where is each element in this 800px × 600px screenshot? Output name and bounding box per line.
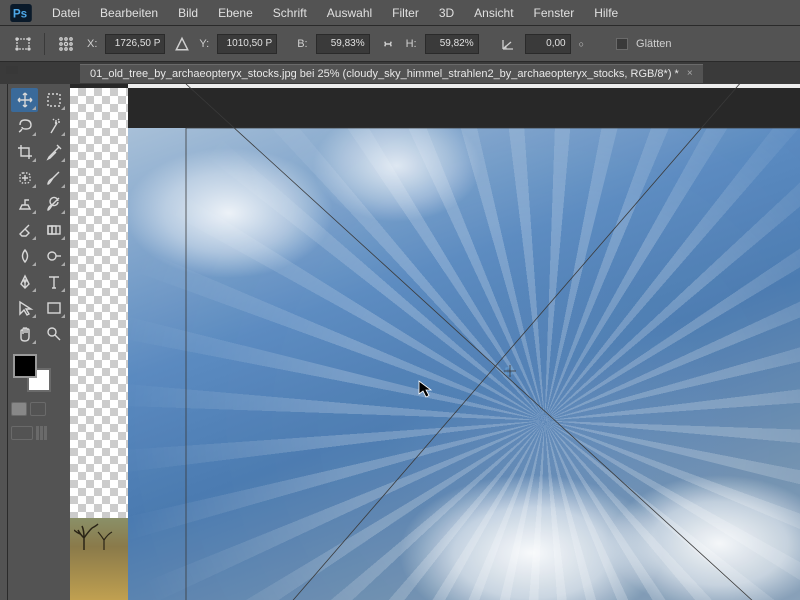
close-tab-icon[interactable]: × xyxy=(687,68,693,79)
lasso-tool[interactable] xyxy=(11,114,38,138)
transparency-checkerboard xyxy=(70,88,128,518)
menu-auswahl[interactable]: Auswahl xyxy=(317,2,382,24)
zoom-tool[interactable] xyxy=(40,322,67,346)
crop-tool[interactable] xyxy=(11,140,38,164)
delta-icon[interactable] xyxy=(173,31,191,57)
menu-ebene[interactable]: Ebene xyxy=(208,2,263,24)
toolbox xyxy=(8,84,70,600)
clone-stamp-tool[interactable] xyxy=(11,192,38,216)
x-label: X: xyxy=(87,38,97,50)
bottom-layer-preview xyxy=(70,518,128,600)
sky-image-layer xyxy=(128,128,800,600)
dodge-tool[interactable] xyxy=(40,244,67,268)
antialias-label: Glätten xyxy=(636,38,671,50)
type-tool[interactable] xyxy=(40,270,67,294)
eraser-tool[interactable] xyxy=(11,218,38,242)
ruler-horizontal[interactable] xyxy=(128,84,800,88)
degree-label: ○ xyxy=(579,39,584,49)
transform-tool-icon[interactable] xyxy=(10,31,36,57)
screen-mode-icon[interactable] xyxy=(11,426,33,440)
w-input[interactable] xyxy=(316,34,370,54)
pen-tool[interactable] xyxy=(11,270,38,294)
marquee-tool[interactable] xyxy=(40,88,67,112)
canvas-area[interactable] xyxy=(70,84,800,600)
sunray-overlay xyxy=(128,128,800,600)
move-tool[interactable] xyxy=(11,88,38,112)
h-input[interactable] xyxy=(425,34,479,54)
options-bar: X: Y: B: H: ○ Glätten xyxy=(0,26,800,62)
brush-tool[interactable] xyxy=(40,166,67,190)
screen-layout-icon[interactable] xyxy=(36,426,39,440)
link-icon[interactable] xyxy=(378,31,398,57)
menu-schrift[interactable]: Schrift xyxy=(263,2,317,24)
menu-bild[interactable]: Bild xyxy=(168,2,208,24)
y-input[interactable] xyxy=(217,34,277,54)
eyedropper-tool[interactable] xyxy=(40,140,67,164)
menu-fenster[interactable]: Fenster xyxy=(524,2,585,24)
foreground-color[interactable] xyxy=(13,354,37,378)
w-label: B: xyxy=(297,38,307,50)
menu-3d[interactable]: 3D xyxy=(429,2,464,24)
quick-mask-icon[interactable] xyxy=(11,402,27,416)
document-tab-title: 01_old_tree_by_archaeopteryx_stocks.jpg … xyxy=(90,68,679,80)
reference-point-icon[interactable] xyxy=(53,31,79,57)
menu-bearbeiten[interactable]: Bearbeiten xyxy=(90,2,168,24)
tree-thumbnail xyxy=(74,520,122,550)
healing-brush-tool[interactable] xyxy=(11,166,38,190)
gradient-tool[interactable] xyxy=(40,218,67,242)
menu-filter[interactable]: Filter xyxy=(382,2,429,24)
document-tab-bar: 01_old_tree_by_archaeopteryx_stocks.jpg … xyxy=(0,62,800,84)
app-logo: Ps xyxy=(8,3,34,23)
menu-ansicht[interactable]: Ansicht xyxy=(464,2,523,24)
x-input[interactable] xyxy=(105,34,165,54)
svg-text:Ps: Ps xyxy=(13,7,28,20)
hand-tool[interactable] xyxy=(11,322,38,346)
blur-tool[interactable] xyxy=(11,244,38,268)
document-tab[interactable]: 01_old_tree_by_archaeopteryx_stocks.jpg … xyxy=(80,64,703,83)
menu-bar: Ps Datei Bearbeiten Bild Ebene Schrift A… xyxy=(0,0,800,26)
workspace xyxy=(0,84,800,600)
h-label: H: xyxy=(406,38,417,50)
menu-datei[interactable]: Datei xyxy=(42,2,90,24)
divider xyxy=(44,33,45,55)
angle-icon xyxy=(499,31,517,57)
path-selection-tool[interactable] xyxy=(11,296,38,320)
rectangle-tool[interactable] xyxy=(40,296,67,320)
history-brush-tool[interactable] xyxy=(40,192,67,216)
standard-mask-icon[interactable] xyxy=(30,402,46,416)
color-swatches xyxy=(11,352,65,394)
tools-edge-strip xyxy=(0,84,8,600)
options-flyout-handle[interactable] xyxy=(6,66,18,74)
antialias-checkbox[interactable] xyxy=(616,38,628,50)
menu-hilfe[interactable]: Hilfe xyxy=(584,2,628,24)
y-label: Y: xyxy=(199,38,209,50)
magic-wand-tool[interactable] xyxy=(40,114,67,138)
angle-input[interactable] xyxy=(525,34,571,54)
